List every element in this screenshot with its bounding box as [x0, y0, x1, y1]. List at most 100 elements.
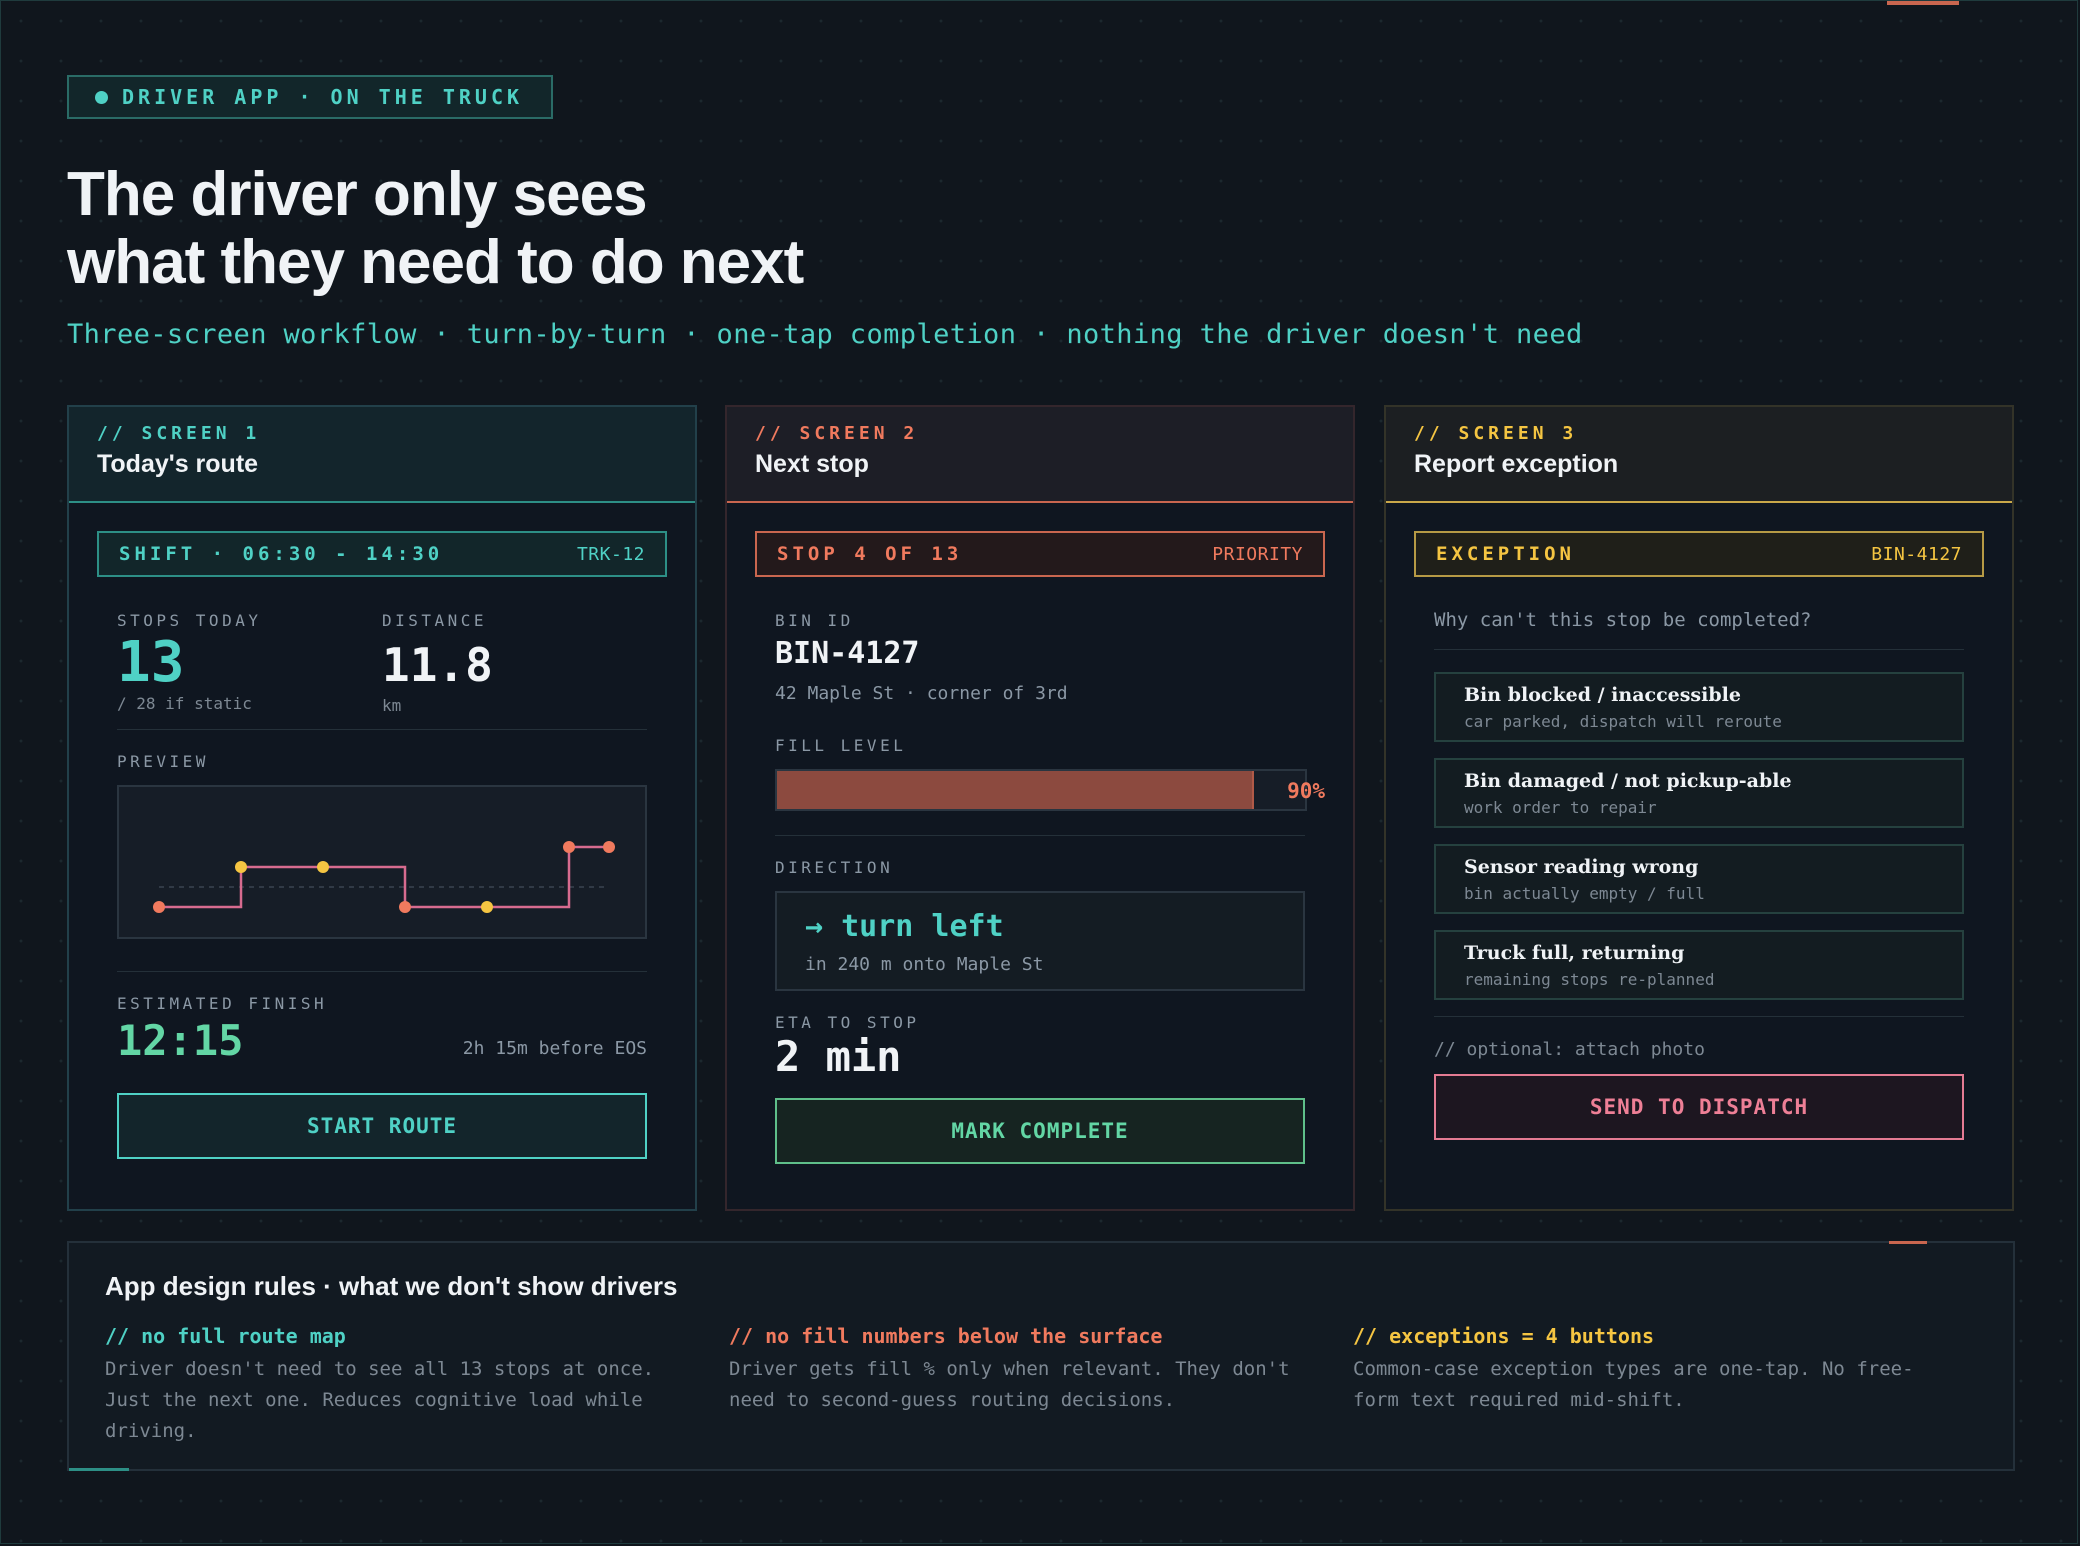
stop-counter: STOP 4 OF 13 [777, 543, 963, 565]
exception-option-truck-full[interactable]: Truck full, returning remaining stops re… [1434, 930, 1964, 1000]
send-to-dispatch-button[interactable]: SEND TO DISPATCH [1434, 1074, 1964, 1140]
direction-label: DIRECTION [775, 858, 894, 877]
rule-exception-buttons: // exceptions = 4 buttons Common-case ex… [1353, 1324, 1977, 1447]
divider [1434, 649, 1964, 650]
finish-row: 12:15 2h 15m before EOS [117, 1017, 647, 1065]
eta-value: 2 min [775, 1032, 902, 1081]
stops-stat: STOPS TODAY 13 / 28 if static [117, 611, 382, 715]
card-header: // SCREEN 2 Next stop [727, 407, 1353, 503]
option-subtitle: work order to repair [1464, 798, 1657, 817]
rules-columns: // no full route map Driver doesn't need… [105, 1324, 1977, 1447]
top-accent-line [1887, 1, 1959, 5]
distance-value: 11.8 [382, 638, 493, 692]
rule-no-fill-numbers: // no fill numbers below the surface Dri… [729, 1324, 1353, 1447]
card-body: EXCEPTION BIN-4127 Why can't this stop b… [1386, 503, 2012, 1140]
rule-body: Common-case exception types are one-tap.… [1353, 1358, 1914, 1411]
divider [775, 835, 1305, 836]
attach-photo-hint[interactable]: // optional: attach photo [1434, 1039, 1964, 1060]
exception-bin-id: BIN-4127 [1871, 543, 1962, 565]
distance-stat: DISTANCE 11.8 km [382, 611, 647, 715]
option-title: Sensor reading wrong [1464, 856, 1699, 878]
screen-number: // SCREEN 3 [1414, 423, 1578, 444]
exception-question: Why can't this stop be completed? [1434, 609, 1812, 631]
route-stop-marker [563, 841, 575, 853]
fill-label: FILL LEVEL [775, 736, 907, 755]
option-title: Bin blocked / inaccessible [1464, 684, 1741, 706]
stops-note: / 28 if static [117, 694, 252, 713]
divider [117, 729, 647, 730]
screen-title: Report exception [1414, 450, 1619, 478]
shift-bar: SHIFT · 06:30 - 14:30 TRK-12 [97, 531, 667, 577]
card-header: // SCREEN 1 Today's route [69, 407, 695, 503]
fill-level-bar: 90% [775, 769, 1325, 811]
distance-label: DISTANCE [382, 611, 488, 630]
divider [117, 971, 647, 972]
preview-label: PREVIEW [117, 752, 209, 771]
screens: // SCREEN 1 Today's route SHIFT · 06:30 … [67, 405, 2015, 1211]
rule-body: Driver doesn't need to see all 13 stops … [105, 1358, 655, 1442]
screen-number: // SCREEN 2 [755, 423, 919, 444]
route-stop-marker [399, 901, 411, 913]
title-line-1: The driver only sees [67, 160, 648, 229]
route-stop-marker [317, 861, 329, 873]
start-route-button[interactable]: START ROUTE [117, 1093, 647, 1159]
rule-heading: // exceptions = 4 buttons [1353, 1324, 1655, 1348]
content: DRIVER APP · ON THE TRUCK The driver onl… [67, 75, 2015, 1471]
screen-number: // SCREEN 1 [97, 423, 261, 444]
screen-card-next-stop: // SCREEN 2 Next stop STOP 4 OF 13 PRIOR… [725, 405, 1355, 1211]
rule-heading: // no full route map [105, 1324, 346, 1348]
screen-card-exception: // SCREEN 3 Report exception EXCEPTION B… [1384, 405, 2014, 1211]
exception-label: EXCEPTION [1436, 543, 1575, 565]
option-subtitle: remaining stops re-planned [1464, 970, 1715, 989]
route-stop-marker [235, 861, 247, 873]
finish-note: 2h 15m before EOS [462, 1038, 647, 1059]
stops-value: 13 [117, 630, 185, 695]
route-path [159, 845, 609, 909]
direction-panel: → turn left in 240 m onto Maple St [775, 891, 1305, 991]
direction-instruction: → turn left [805, 909, 1004, 944]
card-header: // SCREEN 3 Report exception [1386, 407, 2012, 503]
rule-no-route-map: // no full route map Driver doesn't need… [105, 1324, 729, 1447]
driver-app-tag: DRIVER APP · ON THE TRUCK [67, 75, 554, 119]
truck-id: TRK-12 [576, 543, 645, 565]
option-title: Bin damaged / not pickup-able [1464, 770, 1792, 792]
exception-option-sensor[interactable]: Sensor reading wrong bin actually empty … [1434, 844, 1964, 914]
page: DRIVER APP · ON THE TRUCK The driver onl… [0, 0, 2078, 1544]
option-title: Truck full, returning [1464, 942, 1685, 964]
rule-body: Driver gets fill % only when relevant. T… [729, 1358, 1290, 1411]
divider [1434, 1016, 1964, 1017]
rule-heading: // no fill numbers below the surface [729, 1324, 1163, 1348]
exception-option-blocked[interactable]: Bin blocked / inaccessible car parked, d… [1434, 672, 1964, 742]
route-stop-marker [481, 901, 493, 913]
bin-id: BIN-4127 [775, 636, 920, 671]
route-preview [117, 785, 647, 939]
mark-complete-button[interactable]: MARK COMPLETE [775, 1098, 1305, 1164]
priority-badge: PRIORITY [1212, 543, 1303, 565]
option-subtitle: car parked, dispatch will reroute [1464, 712, 1782, 731]
design-rules-panel: App design rules · what we don't show dr… [67, 1241, 2015, 1471]
bin-label: BIN ID [775, 611, 854, 630]
fill-level-fill [777, 771, 1255, 809]
option-subtitle: bin actually empty / full [1464, 884, 1705, 903]
route-stop-marker [153, 901, 165, 913]
accent-line [69, 1468, 129, 1471]
page-subtitle: Three-screen workflow · turn-by-turn · o… [67, 319, 1583, 350]
title-line-2: what they need to do next [67, 228, 804, 297]
route-preview-chart [153, 841, 615, 913]
status-dot-icon [95, 90, 108, 104]
route-stats: STOPS TODAY 13 / 28 if static DISTANCE 1… [117, 611, 647, 715]
route-stop-marker [603, 841, 615, 853]
screen-card-route: // SCREEN 1 Today's route SHIFT · 06:30 … [67, 405, 697, 1211]
screen-title: Next stop [755, 450, 869, 478]
stops-label: STOPS TODAY [117, 611, 262, 630]
accent-line [1889, 1241, 1927, 1244]
screen-title: Today's route [97, 450, 259, 478]
fill-percent: 90% [1287, 779, 1325, 803]
eta-label: ETA TO STOP [775, 1013, 920, 1032]
distance-unit: km [382, 696, 402, 715]
finish-time: 12:15 [117, 1016, 244, 1065]
stop-bar: STOP 4 OF 13 PRIORITY [755, 531, 1325, 577]
exception-option-damaged[interactable]: Bin damaged / not pickup-able work order… [1434, 758, 1964, 828]
shift-hours: SHIFT · 06:30 - 14:30 [119, 543, 444, 565]
exception-bar: EXCEPTION BIN-4127 [1414, 531, 1984, 577]
